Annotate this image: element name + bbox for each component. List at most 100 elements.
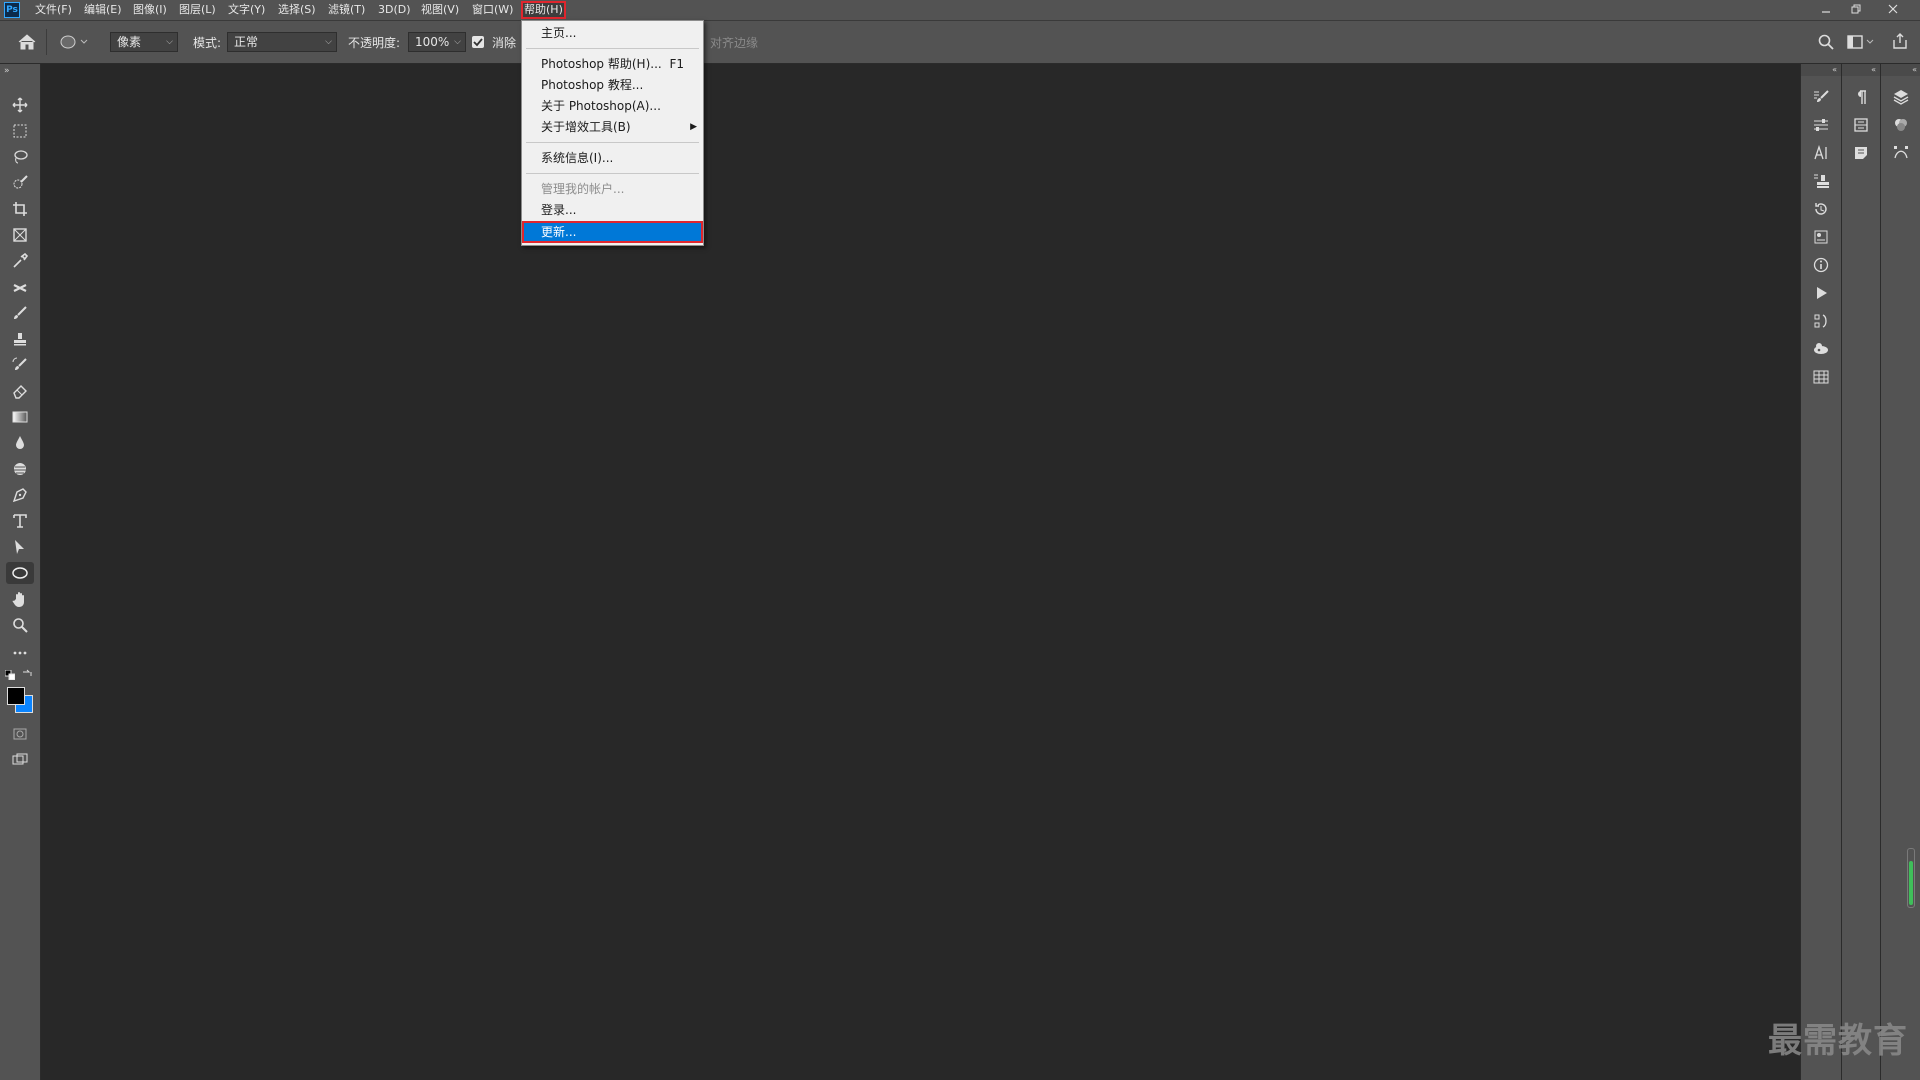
search-icon[interactable] <box>1818 34 1834 53</box>
lasso-icon[interactable] <box>6 146 34 168</box>
eraser-icon[interactable] <box>6 380 34 402</box>
foreground-color-swatch[interactable] <box>7 687 25 705</box>
history-icon[interactable] <box>1809 198 1833 220</box>
submenu-arrow-icon: ▶ <box>690 122 697 132</box>
swap-colors-icon[interactable] <box>22 668 32 682</box>
minimize-icon[interactable] <box>1813 1 1839 19</box>
pixel-mode-value: 像素 <box>117 35 142 49</box>
paths-panel-icon[interactable] <box>1889 142 1913 164</box>
info-icon[interactable] <box>1809 254 1833 276</box>
mode-label: 模式: <box>193 36 222 50</box>
collapse-icon[interactable]: « <box>1801 64 1841 76</box>
default-colors-icon[interactable] <box>4 669 16 683</box>
stamp-icon[interactable] <box>6 328 34 350</box>
pixel-mode-dropdown[interactable]: 像素 ⌵ <box>110 32 178 52</box>
hand-icon[interactable] <box>6 588 34 610</box>
brush-icon[interactable] <box>6 302 34 324</box>
menu-view[interactable]: 视图(V) <box>419 2 461 18</box>
menu-file[interactable]: 文件(F) <box>33 2 74 18</box>
menu-item-label: 关于增效工具(B) <box>541 120 631 134</box>
menu-item-about-plugins[interactable]: 关于增效工具(B) ▶ <box>523 117 702 137</box>
dodge-icon[interactable] <box>6 458 34 480</box>
brush-settings-icon[interactable] <box>1809 86 1833 108</box>
quick-mask-icon[interactable] <box>6 723 34 745</box>
menu-image[interactable]: 图像(I) <box>131 2 169 18</box>
antialias-label: 消除 <box>492 36 517 50</box>
chevron-down-icon: ⌵ <box>325 37 332 47</box>
menu-item-manage-account: 管理我的帐户... <box>523 179 702 199</box>
menu-layer[interactable]: 图层(L) <box>177 2 218 18</box>
divider <box>46 29 47 55</box>
workspace-icon[interactable] <box>1847 34 1875 53</box>
ellipse-icon[interactable] <box>6 562 34 584</box>
crop-icon[interactable] <box>6 198 34 220</box>
share-icon[interactable] <box>1892 33 1908 52</box>
menu-item-label: 更新... <box>541 225 577 239</box>
blend-mode-value: 正常 <box>234 35 259 49</box>
table-icon[interactable] <box>1809 366 1833 388</box>
eyedropper-icon[interactable] <box>6 250 34 272</box>
menu-item-sign-in[interactable]: 登录... <box>523 200 702 220</box>
history-brush-icon[interactable] <box>6 354 34 376</box>
home-icon[interactable] <box>17 33 37 54</box>
frame-icon[interactable] <box>6 224 34 246</box>
memory-indicator <box>1907 848 1915 908</box>
3d-icon[interactable] <box>1809 338 1833 360</box>
healing-icon[interactable] <box>6 276 34 298</box>
close-icon[interactable] <box>1880 1 1906 19</box>
screen-mode-icon[interactable] <box>6 749 34 771</box>
chevron-down-icon: ⌵ <box>166 37 173 47</box>
paths-icon[interactable] <box>1809 310 1833 332</box>
layers-icon[interactable] <box>1889 86 1913 108</box>
menu-item-updates[interactable]: 更新... <box>522 221 703 243</box>
menu-item-tutorials[interactable]: Photoshop 教程... <box>523 75 702 95</box>
menu-separator <box>526 173 699 174</box>
opacity-input[interactable]: 100% ⌵ <box>408 32 466 52</box>
menu-3d[interactable]: 3D(D) <box>376 2 413 18</box>
menu-help[interactable]: 帮助(H) <box>521 1 566 19</box>
menu-filter[interactable]: 滤镜(T) <box>326 2 367 18</box>
type-icon[interactable] <box>6 510 34 532</box>
menu-item-about-photoshop[interactable]: 关于 Photoshop(A)... <box>523 96 702 116</box>
antialias-checkbox[interactable] <box>472 36 484 48</box>
pen-icon[interactable] <box>6 484 34 506</box>
path-select-icon[interactable] <box>6 536 34 558</box>
clone-source-icon[interactable] <box>1809 170 1833 192</box>
more-icon[interactable] <box>6 642 34 664</box>
adjustments-icon[interactable] <box>1809 114 1833 136</box>
panel-dock-2: « <box>1841 64 1880 1080</box>
menu-item-label: 关于 Photoshop(A)... <box>541 99 661 113</box>
collapse-icon[interactable]: « <box>1881 64 1920 76</box>
actions-icon[interactable] <box>1809 282 1833 304</box>
blend-mode-dropdown[interactable]: 正常 ⌵ <box>227 32 337 52</box>
marquee-icon[interactable] <box>6 120 34 142</box>
menu-window[interactable]: 窗口(W) <box>470 2 515 18</box>
menu-item-home[interactable]: 主页... <box>523 23 702 43</box>
menu-item-label: 登录... <box>541 203 577 217</box>
menu-item-label: 主页... <box>541 26 577 40</box>
menu-edit[interactable]: 编辑(E) <box>82 2 124 18</box>
layer-comps-icon[interactable] <box>1849 114 1873 136</box>
expand-icon[interactable]: » <box>4 66 10 76</box>
collapse-icon[interactable]: « <box>1842 64 1880 76</box>
channels-icon[interactable] <box>1889 114 1913 136</box>
canvas-area[interactable] <box>41 64 1799 1080</box>
zoom-icon[interactable] <box>6 614 34 636</box>
notes-icon[interactable] <box>1849 142 1873 164</box>
menu-type[interactable]: 文字(Y) <box>226 2 267 18</box>
panel-dock-3: « <box>1880 64 1920 1080</box>
gradient-icon[interactable] <box>6 406 34 428</box>
paragraph-icon[interactable] <box>1849 86 1873 108</box>
blur-icon[interactable] <box>6 432 34 454</box>
character-icon[interactable] <box>1809 142 1833 164</box>
panel-dock-1: « <box>1800 64 1841 1080</box>
menu-item-system-info[interactable]: 系统信息(I)... <box>523 148 702 168</box>
restore-icon[interactable] <box>1843 1 1869 19</box>
menu-select[interactable]: 选择(S) <box>276 2 318 18</box>
ellipse-tool-preset-icon[interactable] <box>60 34 88 53</box>
move-icon[interactable] <box>6 94 34 116</box>
quick-select-icon[interactable] <box>6 172 34 194</box>
menu-item-photoshop-help[interactable]: Photoshop 帮助(H)... F1 <box>523 54 702 74</box>
align-edges-label: 对齐边缘 <box>710 36 759 50</box>
tool-presets-icon[interactable] <box>1809 226 1833 248</box>
